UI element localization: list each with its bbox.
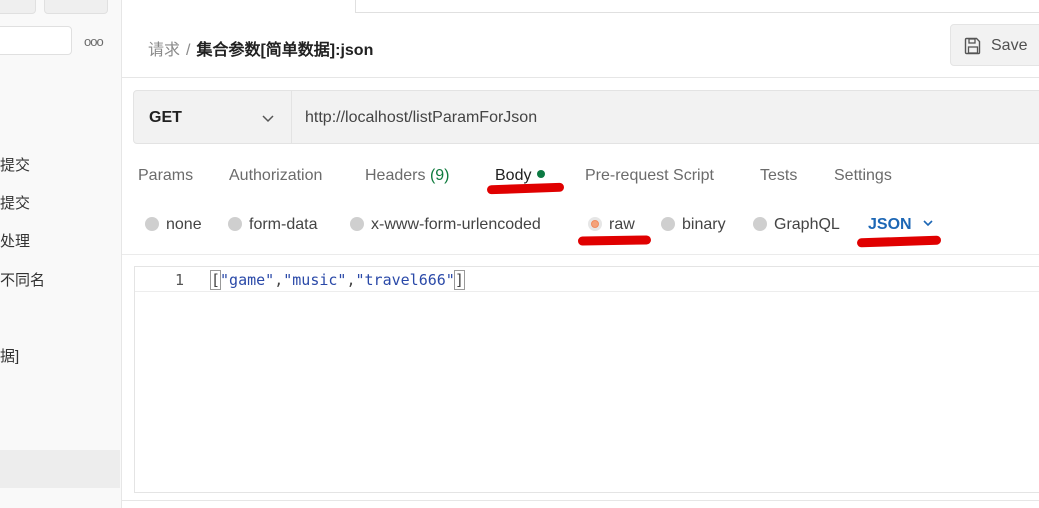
radio-binary[interactable]: binary [661,216,726,234]
headers-count: (9) [429,167,450,184]
json-string: "travel666" [355,271,455,289]
request-name[interactable]: 集合参数[简单数据]:json [196,42,373,59]
language-label: JSON [868,216,912,233]
radio-graphql[interactable]: GraphQL [753,216,840,234]
sidebar-top-button[interactable] [44,0,108,14]
method-select[interactable]: GET [134,91,292,143]
sidebar-item[interactable]: 据] [0,345,19,366]
radio-circle [753,217,767,231]
tab-tests[interactable]: Tests [760,167,797,185]
sidebar-item[interactable]: 不同名 [0,269,45,290]
header-divider [122,77,1039,78]
tab-authorization[interactable]: Authorization [229,167,322,185]
annotation-underline-json [856,235,942,248]
sidebar-item[interactable]: 提交 [0,192,30,213]
save-icon [964,37,981,55]
breadcrumb: 请求 / 集合参数[简单数据]:json [148,36,373,60]
radio-circle [350,217,364,231]
url-input[interactable]: http://localhost/listParamForJson [305,109,537,127]
radio-label: form-data [249,216,318,233]
body-editor[interactable]: 1 ["game","music","travel666"] [134,266,1039,493]
code-line[interactable]: ["game","music","travel666"] [209,270,465,290]
radio-x-www-form-urlencoded[interactable]: x-www-form-urlencoded [350,216,541,234]
language-select[interactable]: JSON [868,216,934,234]
tab-body[interactable]: Body [495,167,546,185]
sidebar-item[interactable]: 处理 [0,230,30,251]
save-button[interactable]: Save [950,24,1039,66]
radio-label: raw [609,216,635,233]
bracket-open: [ [209,270,222,290]
radio-form-data[interactable]: form-data [228,216,317,234]
bottom-divider [122,500,1039,501]
radio-raw[interactable]: raw [588,216,635,234]
breadcrumb-separator: / [186,42,191,59]
tab-body-label: Body [495,167,532,184]
radio-none[interactable]: none [145,216,202,234]
sidebar-item[interactable]: 提交 [0,154,30,175]
radio-label: none [166,216,202,233]
sidebar-search-input[interactable] [0,26,72,55]
json-string: "music" [283,271,347,289]
request-tab-strip [355,0,1039,13]
radio-label: x-www-form-urlencoded [371,216,541,233]
tab-headers-label: Headers [365,167,426,184]
url-bar: GET http://localhost/listParamForJson [133,90,1039,144]
annotation-underline-body [486,182,565,195]
more-horizontal-icon[interactable]: ooo [84,34,104,49]
save-label: Save [991,37,1028,54]
line-number: 1 [175,271,185,289]
radio-label: GraphQL [774,216,840,233]
sidebar-item-selected[interactable] [0,450,120,488]
annotation-underline-raw [577,235,652,246]
chevron-down-icon [923,220,933,227]
tab-headers[interactable]: Headers (9) [365,167,450,185]
radio-circle [145,217,159,231]
radio-circle-selected [588,217,602,231]
tab-params[interactable]: Params [138,167,193,185]
method-label: GET [149,109,182,126]
json-string: "game" [220,271,275,289]
body-divider [122,254,1039,255]
bracket-close: ] [453,270,465,290]
sidebar-top-button[interactable] [0,0,36,14]
body-active-dot [537,170,546,178]
tab-settings[interactable]: Settings [834,167,892,185]
chevron-down-icon [262,115,274,123]
sidebar: ooo 提交 提交 处理 不同名 据] [0,0,122,508]
comma: , [274,271,284,289]
radio-label: binary [682,216,726,233]
radio-circle [228,217,242,231]
radio-circle [661,217,675,231]
breadcrumb-parent[interactable]: 请求 [148,42,180,59]
comma: , [346,271,356,289]
tab-pre-request-script[interactable]: Pre-request Script [585,167,714,185]
